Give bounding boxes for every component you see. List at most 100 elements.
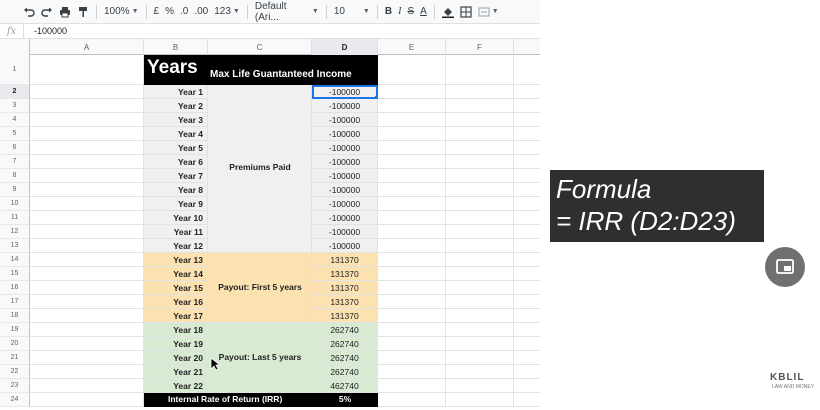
cell[interactable]: [446, 127, 514, 141]
row-header[interactable]: 7: [0, 155, 30, 169]
cell[interactable]: [446, 183, 514, 197]
year-label[interactable]: Year 4: [144, 127, 208, 141]
cell[interactable]: [30, 309, 144, 323]
cell[interactable]: [378, 365, 446, 379]
cell[interactable]: [30, 351, 144, 365]
cell[interactable]: [378, 169, 446, 183]
value-cell[interactable]: -100000: [312, 239, 378, 253]
cell[interactable]: [514, 281, 540, 295]
value-cell[interactable]: -100000: [312, 169, 378, 183]
cell[interactable]: [514, 379, 540, 393]
text-color-button[interactable]: A: [417, 2, 430, 22]
year-label[interactable]: Year 21: [144, 365, 208, 379]
cell[interactable]: [378, 267, 446, 281]
cell[interactable]: [30, 113, 144, 127]
cell[interactable]: [514, 337, 540, 351]
picture-in-picture-button[interactable]: [765, 247, 805, 287]
cell[interactable]: [378, 351, 446, 365]
cell[interactable]: [30, 141, 144, 155]
row-header[interactable]: 22: [0, 365, 30, 379]
cell[interactable]: [30, 267, 144, 281]
cell[interactable]: [446, 155, 514, 169]
cell[interactable]: [378, 323, 446, 337]
year-label[interactable]: Year 19: [144, 337, 208, 351]
value-cell[interactable]: -100000: [312, 155, 378, 169]
row-header[interactable]: 11: [0, 211, 30, 225]
cell[interactable]: [446, 379, 514, 393]
borders-icon[interactable]: [457, 2, 475, 22]
print-icon[interactable]: [56, 2, 74, 22]
strikethrough-button[interactable]: S: [404, 2, 417, 22]
cell[interactable]: [30, 393, 144, 407]
cell[interactable]: [378, 85, 446, 99]
cell[interactable]: [446, 323, 514, 337]
undo-icon[interactable]: [20, 2, 38, 22]
cell[interactable]: [30, 253, 144, 267]
row-header[interactable]: 2: [0, 85, 30, 99]
group-cell[interactable]: [208, 309, 312, 323]
font-size-select[interactable]: 10 ▼: [331, 2, 373, 22]
column-header-d[interactable]: D: [312, 39, 378, 55]
cell[interactable]: [514, 309, 540, 323]
year-label[interactable]: Year 2: [144, 99, 208, 113]
cell[interactable]: [514, 211, 540, 225]
year-label[interactable]: Year 15: [144, 281, 208, 295]
row-header[interactable]: 18: [0, 309, 30, 323]
column-header-g[interactable]: [514, 39, 540, 55]
year-label[interactable]: Year 14: [144, 267, 208, 281]
cell[interactable]: [446, 351, 514, 365]
cell[interactable]: [378, 55, 446, 85]
cell[interactable]: [378, 99, 446, 113]
cell[interactable]: [30, 85, 144, 99]
cell[interactable]: [378, 183, 446, 197]
row-header[interactable]: 20: [0, 337, 30, 351]
cell[interactable]: [514, 239, 540, 253]
group-cell[interactable]: [208, 183, 312, 197]
year-label[interactable]: Year 8: [144, 183, 208, 197]
value-cell[interactable]: -100000: [312, 99, 378, 113]
cell[interactable]: [514, 351, 540, 365]
value-cell[interactable]: 262740: [312, 365, 378, 379]
cell[interactable]: [30, 379, 144, 393]
cell[interactable]: [514, 183, 540, 197]
group-cell[interactable]: [208, 225, 312, 239]
group-cell[interactable]: [208, 267, 312, 281]
group-cell[interactable]: [208, 85, 312, 99]
cell[interactable]: [514, 169, 540, 183]
redo-icon[interactable]: [38, 2, 56, 22]
column-header-a[interactable]: A: [30, 39, 144, 55]
value-cell[interactable]: -100000: [312, 141, 378, 155]
value-cell[interactable]: 131370: [312, 281, 378, 295]
fill-color-icon[interactable]: [439, 2, 457, 22]
cell[interactable]: [446, 225, 514, 239]
cell[interactable]: [514, 141, 540, 155]
cell[interactable]: [30, 365, 144, 379]
column-header-e[interactable]: E: [378, 39, 446, 55]
cell[interactable]: [378, 309, 446, 323]
cell[interactable]: [378, 225, 446, 239]
font-select[interactable]: Default (Ari... ▼: [252, 1, 322, 23]
italic-button[interactable]: I: [395, 2, 404, 22]
column-header-b[interactable]: B: [144, 39, 208, 55]
decrease-decimals-button[interactable]: .0: [177, 2, 191, 22]
cell[interactable]: [30, 295, 144, 309]
cell[interactable]: [514, 197, 540, 211]
cell[interactable]: [446, 141, 514, 155]
year-label[interactable]: Year 16: [144, 295, 208, 309]
row-header[interactable]: 4: [0, 113, 30, 127]
row-header[interactable]: 6: [0, 141, 30, 155]
row-header[interactable]: 10: [0, 197, 30, 211]
year-label[interactable]: Year 11: [144, 225, 208, 239]
cell[interactable]: [514, 127, 540, 141]
group-cell[interactable]: [208, 141, 312, 155]
cell[interactable]: [378, 239, 446, 253]
cell[interactable]: [30, 155, 144, 169]
year-label[interactable]: Year 3: [144, 113, 208, 127]
cell[interactable]: [378, 253, 446, 267]
cell[interactable]: [378, 337, 446, 351]
group-cell[interactable]: [208, 365, 312, 379]
row-header[interactable]: 19: [0, 323, 30, 337]
paint-format-icon[interactable]: [74, 2, 92, 22]
cell[interactable]: [30, 211, 144, 225]
group-cell[interactable]: [208, 197, 312, 211]
